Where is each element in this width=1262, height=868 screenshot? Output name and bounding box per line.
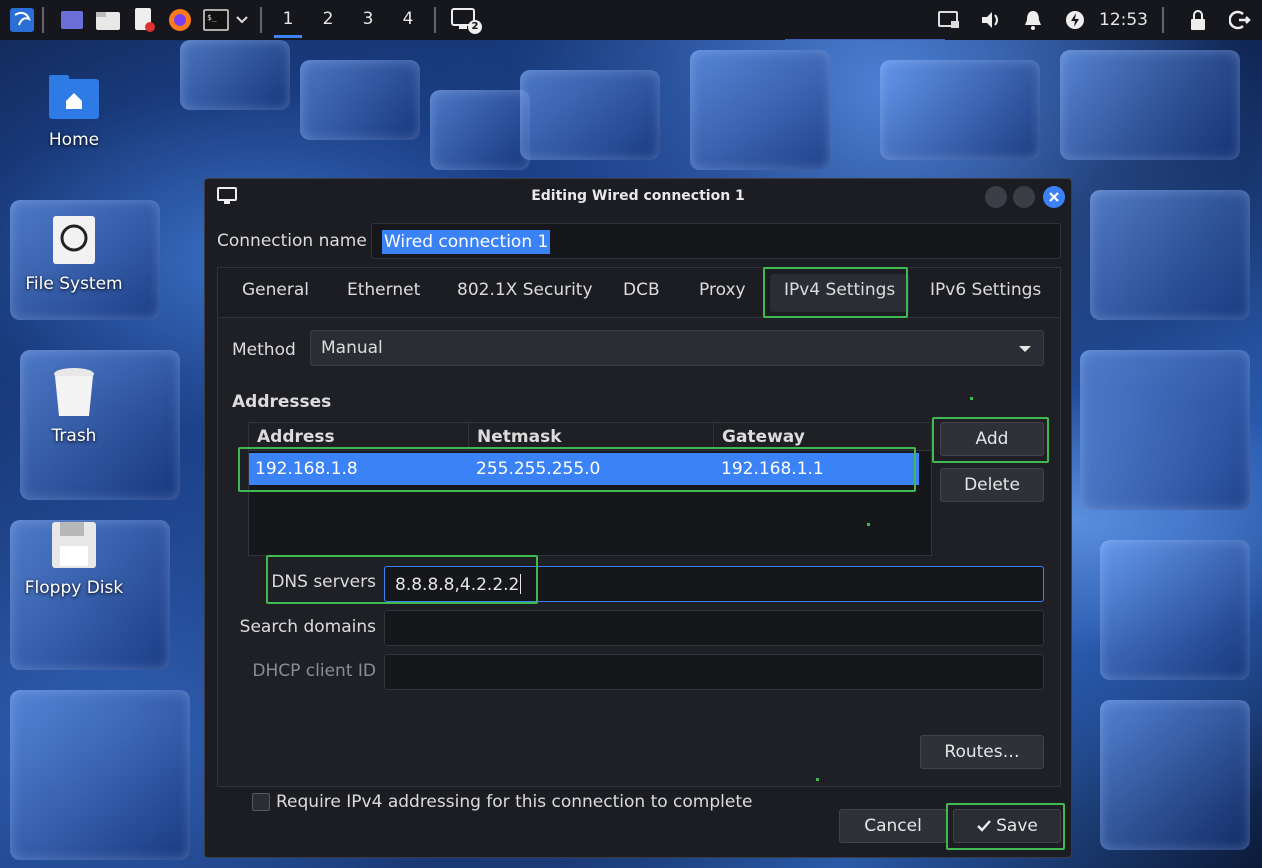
desktop-icon-label: Trash — [51, 426, 97, 446]
search-domains-input[interactable] — [384, 610, 1044, 646]
chevron-down-icon[interactable] — [234, 6, 250, 34]
tab-ipv6-settings[interactable]: IPv6 Settings — [930, 280, 1041, 300]
save-label: Save — [996, 816, 1038, 836]
close-icon — [1049, 192, 1059, 202]
addresses-table[interactable]: Address Netmask Gateway 192.168.1.8 255.… — [248, 422, 932, 556]
minimize-button[interactable] — [985, 186, 1007, 208]
kali-menu-icon[interactable] — [8, 6, 36, 34]
top-panel: $_ 1 2 3 4 2 12:53 — [0, 0, 1262, 40]
tab-bar: General Ethernet 802.1X Security DCB Pro… — [218, 268, 1060, 318]
clock[interactable]: 12:53 — [1099, 10, 1148, 30]
addresses-heading: Addresses — [232, 392, 332, 412]
dialog-titlebar[interactable]: Editing Wired connection 1 — [205, 179, 1071, 215]
close-button[interactable] — [1043, 186, 1065, 208]
settings-notebook: General Ethernet 802.1X Security DCB Pro… — [217, 267, 1061, 812]
dropdown-arrow-icon — [1019, 346, 1031, 352]
desktop-icon-file-system[interactable]: File System — [14, 214, 134, 294]
drive-icon — [47, 214, 101, 268]
svg-text:$_: $_ — [207, 13, 217, 22]
table-row[interactable]: 192.168.1.8 255.255.255.0 192.168.1.1 — [249, 453, 919, 485]
tab-proxy[interactable]: Proxy — [699, 280, 746, 300]
checkbox-box[interactable] — [252, 793, 270, 811]
cell-gateway[interactable]: 192.168.1.1 — [715, 453, 915, 485]
desktop-icon-home[interactable]: Home — [14, 70, 134, 150]
dns-servers-input[interactable]: 8.8.8.8,4.2.2.2 — [384, 566, 1044, 602]
save-button[interactable]: Save — [953, 809, 1061, 843]
marker-dot — [970, 397, 973, 400]
table-header: Address Netmask Gateway — [249, 423, 931, 451]
show-desktop-icon[interactable] — [58, 6, 86, 34]
window-count-badge: 2 — [468, 20, 482, 34]
marker-dot — [867, 523, 870, 526]
workspace-2[interactable]: 2 — [308, 0, 348, 40]
tab-ipv4-settings[interactable]: IPv4 Settings — [770, 274, 910, 312]
connection-name-value: Wired connection 1 — [382, 230, 551, 254]
dialog-title: Editing Wired connection 1 — [531, 188, 745, 204]
tab-8021x-security[interactable]: 802.1X Security — [457, 280, 593, 300]
floppy-disk-icon — [47, 518, 101, 572]
desktop-icon-label: Floppy Disk — [24, 578, 124, 598]
checkmark-icon — [976, 812, 992, 844]
column-header-address[interactable]: Address — [249, 423, 469, 450]
display-icon[interactable] — [935, 6, 963, 34]
firefox-icon[interactable] — [166, 6, 194, 34]
cell-address[interactable]: 192.168.1.8 — [249, 453, 470, 485]
routes-button[interactable]: Routes… — [920, 735, 1044, 769]
delete-button[interactable]: Delete — [940, 468, 1044, 502]
method-label: Method — [232, 340, 296, 360]
workspace-1[interactable]: 1 — [268, 0, 308, 40]
tab-dcb[interactable]: DCB — [623, 280, 660, 300]
connection-name-label: Connection name — [217, 231, 367, 251]
text-editor-icon[interactable] — [130, 6, 158, 34]
notifications-icon[interactable] — [1019, 6, 1047, 34]
connection-name-input[interactable]: Wired connection 1 — [371, 223, 1061, 259]
tab-ethernet[interactable]: Ethernet — [347, 280, 420, 300]
volume-icon[interactable] — [977, 6, 1005, 34]
column-header-gateway[interactable]: Gateway — [714, 423, 931, 450]
workspace-4[interactable]: 4 — [388, 0, 428, 40]
dns-servers-value: 8.8.8.8,4.2.2.2 — [395, 574, 522, 595]
desktop-icon-floppy-disk[interactable]: Floppy Disk — [14, 518, 134, 598]
desktop-icon-trash[interactable]: Trash — [14, 366, 134, 446]
method-value: Manual — [321, 338, 383, 358]
maximize-button[interactable] — [1013, 186, 1035, 208]
dhcp-client-id-label: DHCP client ID — [252, 661, 376, 681]
file-manager-icon[interactable] — [94, 6, 122, 34]
tab-general[interactable]: General — [242, 280, 309, 300]
marker-dot — [816, 778, 819, 781]
desktop-icon-label: File System — [25, 274, 123, 294]
cell-netmask[interactable]: 255.255.255.0 — [470, 453, 715, 485]
edit-connection-dialog: Editing Wired connection 1 Connection na… — [204, 178, 1072, 858]
terminal-icon[interactable]: $_ — [202, 6, 230, 34]
home-folder-icon — [47, 70, 101, 124]
desktop-icon-label: Home — [48, 130, 100, 150]
logout-icon[interactable] — [1226, 6, 1254, 34]
search-domains-label: Search domains — [239, 617, 376, 637]
power-manager-icon[interactable] — [1061, 6, 1089, 34]
add-button[interactable]: Add — [940, 422, 1044, 456]
dns-servers-label: DNS servers — [271, 572, 376, 592]
window-list-icon[interactable]: 2 — [450, 6, 482, 34]
lock-icon[interactable] — [1184, 6, 1212, 34]
cancel-button[interactable]: Cancel — [839, 809, 947, 843]
trash-icon — [47, 366, 101, 420]
require-ipv4-label: Require IPv4 addressing for this connect… — [276, 792, 753, 812]
workspace-3[interactable]: 3 — [348, 0, 388, 40]
method-dropdown[interactable]: Manual — [310, 330, 1044, 366]
dhcp-client-id-input — [384, 654, 1044, 690]
require-ipv4-checkbox[interactable]: Require IPv4 addressing for this connect… — [252, 792, 752, 812]
column-header-netmask[interactable]: Netmask — [469, 423, 714, 450]
